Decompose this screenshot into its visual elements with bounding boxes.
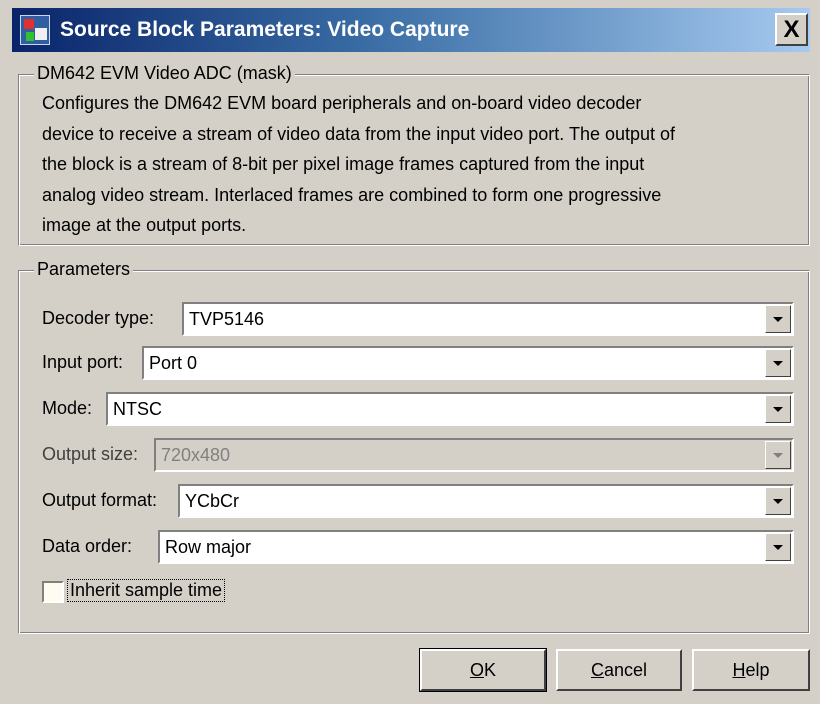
data-order-label: Data order: [42,536,133,556]
decoder-type-row: Decoder type: TVP5146 [42,302,794,336]
help-mnemonic: H [732,660,746,680]
title-bar[interactable]: Source Block Parameters: Video Capture X [12,8,810,52]
help-label-rest: elp [745,660,770,680]
output-format-dropdown[interactable]: YCbCr [178,484,794,518]
simulink-block-icon [20,15,50,45]
cancel-mnemonic: C [590,660,604,680]
chevron-down-icon[interactable] [765,395,791,423]
help-button[interactable]: Help [692,649,810,691]
ok-label-rest: K [484,660,497,680]
output-size-dropdown: 720x480 [154,438,794,472]
chevron-down-icon[interactable] [765,349,791,377]
chevron-down-icon[interactable] [765,533,791,561]
decoder-type-label: Decoder type: [42,308,155,328]
output-format-value: YCbCr [185,491,240,511]
chevron-down-icon[interactable] [765,487,791,515]
dialog-window: Source Block Parameters: Video Capture X… [0,0,820,704]
mode-value: NTSC [113,399,162,419]
input-port-value: Port 0 [149,353,198,373]
parameters-legend: Parameters [34,259,134,280]
description-line: device to receive a stream of video data… [42,123,676,144]
output-format-label: Output format: [42,490,158,510]
output-size-label: Output size: [42,444,139,464]
mask-description: Configures the DM642 EVM board periphera… [42,88,796,241]
data-order-dropdown[interactable]: Row major [158,530,794,564]
mode-row: Mode: NTSC [42,392,794,426]
output-size-row: Output size: 720x480 [42,438,794,472]
cancel-label-rest: ancel [603,660,648,680]
mask-legend: DM642 EVM Video ADC (mask) [34,63,295,84]
window-title: Source Block Parameters: Video Capture [60,18,470,41]
decoder-type-value: TVP5146 [189,309,265,329]
output-format-row: Output format: YCbCr [42,484,794,518]
inherit-sample-time-label[interactable]: Inherit sample time [66,579,226,602]
data-order-value: Row major [165,537,252,557]
description-line: Configures the DM642 EVM board periphera… [42,93,642,113]
description-line: analog video stream. Interlaced frames a… [42,184,662,205]
ok-mnemonic: O [469,660,484,680]
inherit-sample-time-checkbox[interactable] [42,581,64,603]
ok-button[interactable]: OK [419,648,547,692]
output-size-value: 720x480 [161,445,231,465]
chevron-down-icon[interactable] [765,305,791,333]
input-port-label: Input port: [42,352,124,372]
chevron-down-icon [765,441,791,469]
description-line: image at the output ports. [42,215,247,235]
close-button[interactable]: X [775,13,808,46]
mode-label: Mode: [42,398,93,418]
input-port-dropdown[interactable]: Port 0 [142,346,794,380]
description-line: the block is a stream of 8-bit per pixel… [42,154,645,174]
cancel-button[interactable]: Cancel [556,649,682,691]
decoder-type-dropdown[interactable]: TVP5146 [182,302,794,336]
data-order-row: Data order: Row major [42,530,794,564]
mode-dropdown[interactable]: NTSC [106,392,794,426]
input-port-row: Input port: Port 0 [42,346,794,380]
